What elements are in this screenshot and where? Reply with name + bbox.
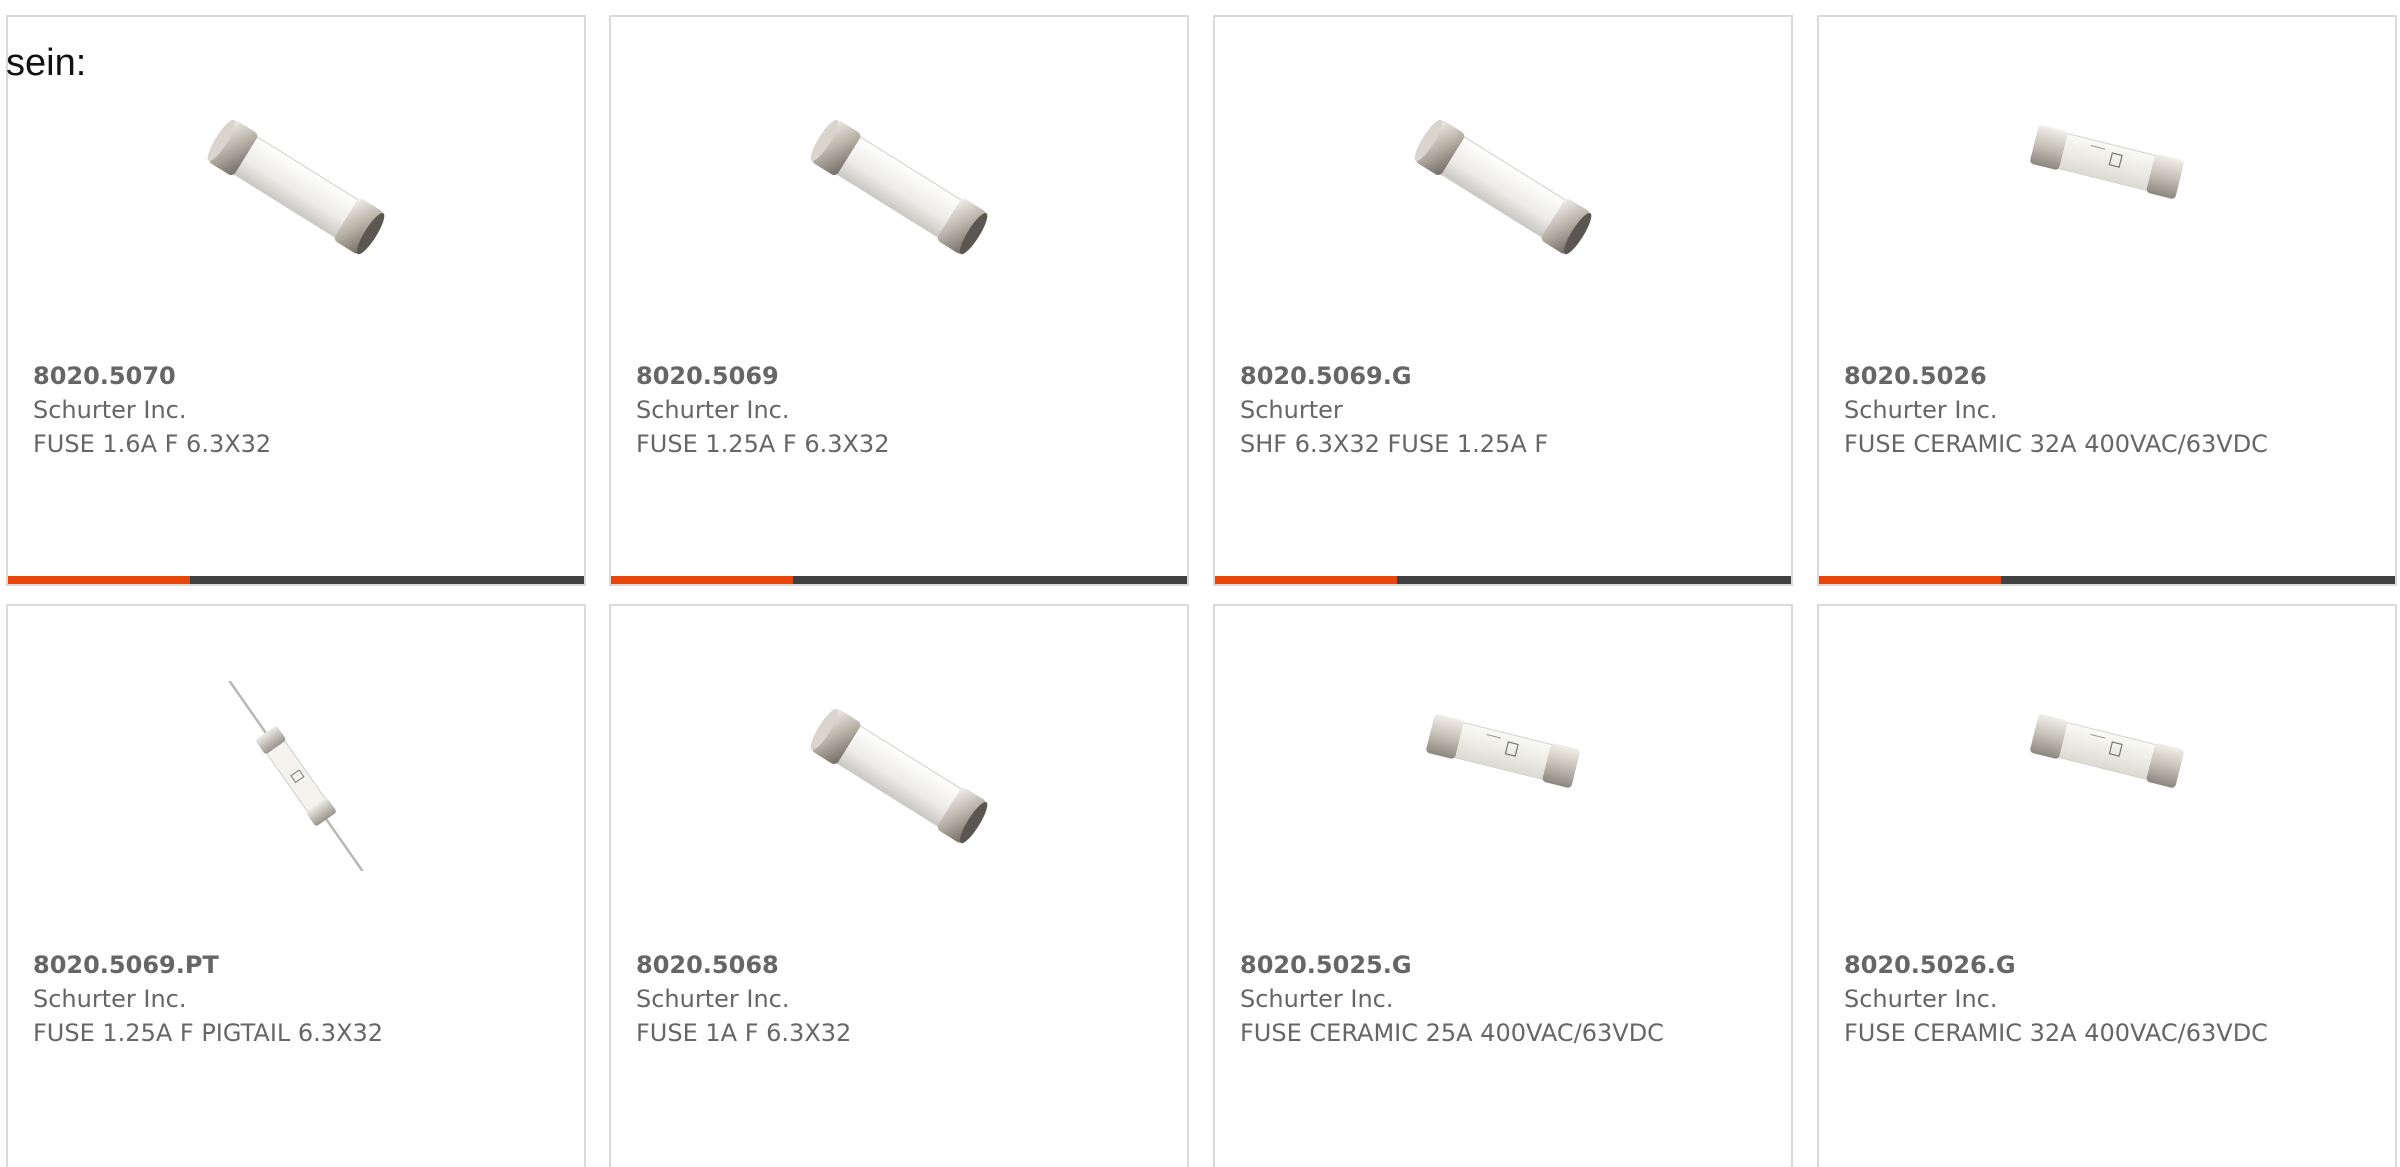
product-description: FUSE CERAMIC 25A 400VAC/63VDC	[1240, 1019, 1664, 1047]
part-number[interactable]: 8020.5025.G	[1240, 948, 1771, 982]
product-image	[1215, 681, 1791, 871]
card-bottom-bar	[1215, 576, 1791, 584]
product-description: SHF 6.3X32 FUSE 1.25A F	[1240, 430, 1549, 458]
pigtail-fuse-icon	[226, 681, 366, 871]
accent-bar	[8, 576, 190, 584]
ceramic-fuse-icon	[2030, 125, 2184, 199]
accent-bar	[611, 576, 793, 584]
product-card[interactable]: 8020.5025.G Schurter Inc. FUSE CERAMIC 2…	[1213, 604, 1793, 1167]
part-number[interactable]: 8020.5026	[1844, 359, 2375, 393]
product-card[interactable]: 8020.5070 Schurter Inc. FUSE 1.6A F 6.3X…	[6, 15, 586, 586]
cartridge-fuse-icon	[810, 708, 988, 844]
part-number[interactable]: 8020.5069.PT	[33, 948, 564, 982]
ceramic-fuse-icon	[2030, 714, 2184, 788]
accent-bar	[1819, 576, 2001, 584]
card-bottom-bar	[8, 576, 584, 584]
card-bottom-bar	[611, 576, 1187, 584]
part-number[interactable]: 8020.5026.G	[1844, 948, 2375, 982]
manufacturer: Schurter Inc.	[1240, 985, 1394, 1013]
product-description: FUSE 1.6A F 6.3X32	[33, 430, 272, 458]
product-card[interactable]: 8020.5069.PT Schurter Inc. FUSE 1.25A F …	[6, 604, 586, 1167]
product-description: FUSE 1A F 6.3X32	[636, 1019, 852, 1047]
cartridge-fuse-icon	[810, 119, 988, 255]
product-description: FUSE CERAMIC 32A 400VAC/63VDC	[1844, 1019, 2268, 1047]
manufacturer: Schurter	[1240, 396, 1343, 424]
product-card[interactable]: 8020.5026 Schurter Inc. FUSE CERAMIC 32A…	[1817, 15, 2397, 586]
card-bottom-bar	[1819, 576, 2395, 584]
product-image	[1819, 92, 2395, 282]
product-card[interactable]: 8020.5069 Schurter Inc. FUSE 1.25A F 6.3…	[609, 15, 1189, 586]
product-description: FUSE 1.25A F PIGTAIL 6.3X32	[33, 1019, 384, 1047]
part-number[interactable]: 8020.5069.G	[1240, 359, 1771, 393]
product-image	[1819, 681, 2395, 871]
product-image	[8, 92, 584, 282]
accent-bar	[1215, 576, 1397, 584]
product-image	[611, 681, 1187, 871]
product-card[interactable]: 8020.5068 Schurter Inc. FUSE 1A F 6.3X32	[609, 604, 1189, 1167]
product-image	[8, 681, 584, 871]
manufacturer: Schurter Inc.	[636, 396, 790, 424]
manufacturer: Schurter Inc.	[636, 985, 790, 1013]
cartridge-fuse-icon	[207, 119, 385, 255]
part-number[interactable]: 8020.5070	[33, 359, 564, 393]
product-image	[611, 92, 1187, 282]
manufacturer: Schurter Inc.	[1844, 396, 1998, 424]
part-number[interactable]: 8020.5069	[636, 359, 1167, 393]
product-card[interactable]: 8020.5026.G Schurter Inc. FUSE CERAMIC 3…	[1817, 604, 2397, 1167]
ceramic-fuse-icon	[1426, 714, 1580, 788]
product-description: FUSE 1.25A F 6.3X32	[636, 430, 890, 458]
cartridge-fuse-icon	[1414, 119, 1592, 255]
manufacturer: Schurter Inc.	[1844, 985, 1998, 1013]
part-number[interactable]: 8020.5068	[636, 948, 1167, 982]
manufacturer: Schurter Inc.	[33, 396, 187, 424]
manufacturer: Schurter Inc.	[33, 985, 187, 1013]
product-image	[1215, 92, 1791, 282]
product-description: FUSE CERAMIC 32A 400VAC/63VDC	[1844, 430, 2268, 458]
intro-text: sein:	[6, 42, 87, 84]
product-card[interactable]: 8020.5069.G Schurter SHF 6.3X32 FUSE 1.2…	[1213, 15, 1793, 586]
product-grid-page: sein: 8020.5070 Schurter Inc. FUSE 1.6A …	[0, 0, 2400, 1167]
